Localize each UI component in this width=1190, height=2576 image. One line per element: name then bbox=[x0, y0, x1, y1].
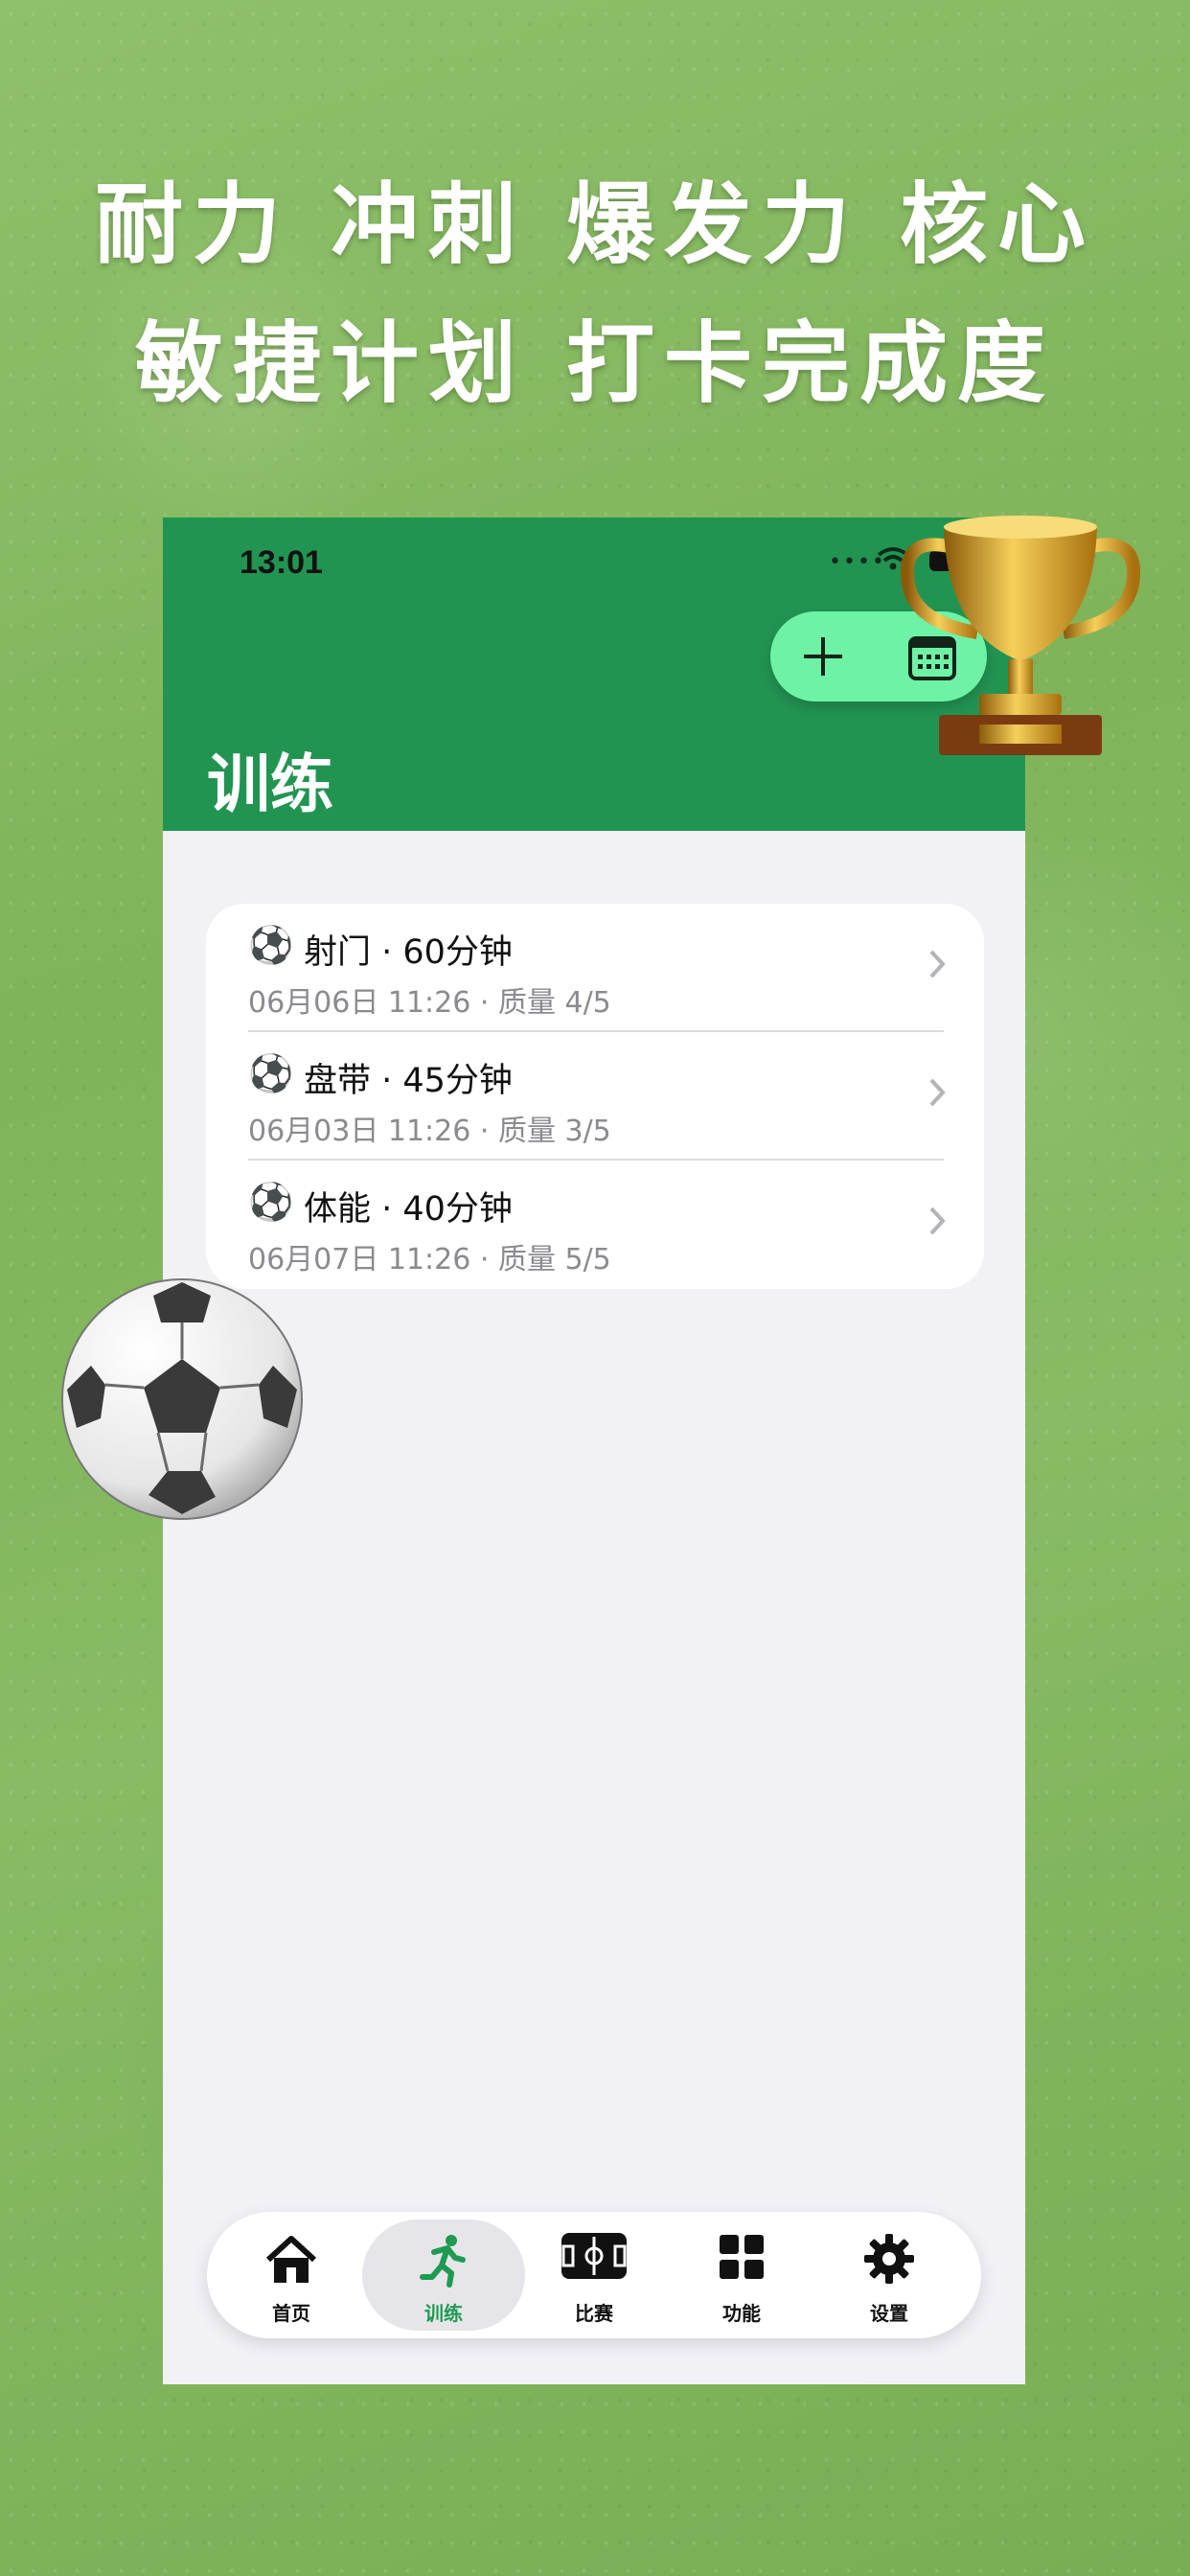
chevron-right-icon bbox=[929, 1078, 946, 1107]
list-item[interactable]: ⚽ 盘带 · 45分钟 06月03日 11:26 · 质量 3/5 bbox=[206, 1032, 984, 1161]
promo-headline-line2: 敏捷计划 打卡完成度 bbox=[134, 311, 1056, 415]
tab-settings[interactable]: 设置 bbox=[812, 2220, 966, 2331]
session-title: 体能 · 40分钟 bbox=[304, 1190, 513, 1229]
tab-label: 首页 bbox=[272, 2302, 310, 2325]
chevron-right-icon bbox=[929, 950, 946, 978]
session-subtitle: 06月06日 11:26 · 质量 4/5 bbox=[248, 986, 611, 1020]
gear-icon bbox=[864, 2234, 914, 2284]
list-item[interactable]: ⚽ 射门 · 60分钟 06月06日 11:26 · 质量 4/5 bbox=[206, 904, 984, 1032]
soccer-ball-icon: ⚽ bbox=[248, 1181, 294, 1223]
trophy-icon bbox=[900, 516, 1141, 755]
tab-label: 设置 bbox=[870, 2302, 908, 2325]
tab-home[interactable]: 首页 bbox=[215, 2220, 368, 2331]
tab-label: 训练 bbox=[424, 2302, 463, 2325]
session-subtitle: 06月03日 11:26 · 质量 3/5 bbox=[248, 1115, 611, 1148]
tab-features[interactable]: 功能 bbox=[665, 2220, 818, 2331]
soccer-ball-icon: ⚽ bbox=[248, 1052, 294, 1094]
status-time: 13:01 bbox=[240, 544, 323, 581]
page-title: 训练 bbox=[207, 748, 333, 821]
tab-match[interactable]: 比赛 bbox=[517, 2220, 671, 2331]
session-title: 盘带 · 45分钟 bbox=[304, 1062, 513, 1100]
grid-icon bbox=[720, 2235, 764, 2279]
chevron-right-icon bbox=[929, 1207, 946, 1235]
soccer-ball-icon bbox=[61, 1278, 303, 1520]
tab-label: 比赛 bbox=[575, 2302, 613, 2325]
tab-training[interactable]: 训练 bbox=[362, 2220, 525, 2331]
session-title: 射门 · 60分钟 bbox=[304, 933, 513, 972]
training-session-list: ⚽ 射门 · 60分钟 06月06日 11:26 · 质量 4/5 ⚽ 盘带 ·… bbox=[206, 904, 984, 1289]
session-subtitle: 06月07日 11:26 · 质量 5/5 bbox=[248, 1243, 611, 1276]
tab-label: 功能 bbox=[722, 2302, 761, 2325]
plus-icon[interactable] bbox=[795, 629, 851, 684]
list-item[interactable]: ⚽ 体能 · 40分钟 06月07日 11:26 · 质量 5/5 bbox=[206, 1161, 984, 1289]
pitch-icon bbox=[561, 2233, 627, 2279]
home-icon bbox=[265, 2236, 317, 2283]
tab-bar: 首页 训练 比赛 功能 设置 bbox=[207, 2212, 981, 2338]
soccer-ball-icon: ⚽ bbox=[248, 924, 294, 966]
running-icon bbox=[420, 2235, 466, 2288]
promo-headline-line1: 耐力 冲刺 爆发力 核心 bbox=[94, 172, 1096, 276]
